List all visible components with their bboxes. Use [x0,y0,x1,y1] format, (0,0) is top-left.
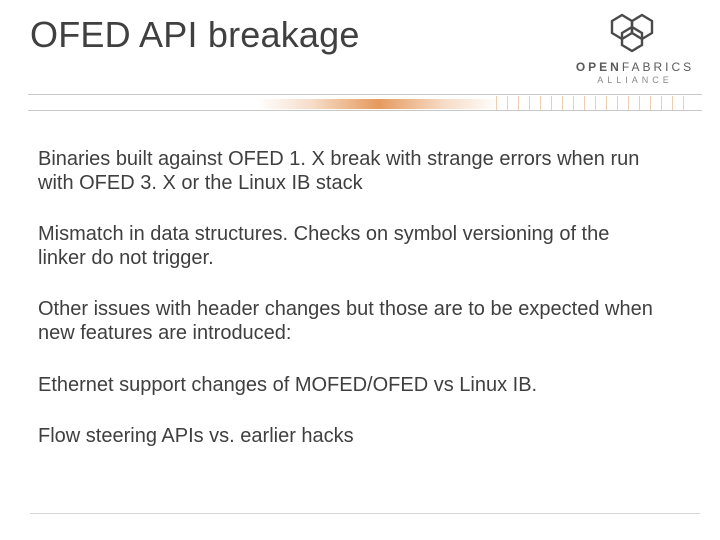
body-paragraph: Ethernet support changes of MOFED/OFED v… [38,374,660,398]
logo-brand-rest: FABRICS [622,60,694,74]
logo-brand: OPENFABRICS [572,61,698,73]
body-paragraph: Mismatch in data structures. Checks on s… [38,223,660,270]
body-paragraph: Binaries built against OFED 1. X break w… [38,148,660,195]
header-divider [0,90,720,114]
slide-title: OFED API breakage [30,14,360,56]
footer-divider [30,513,700,514]
slide-body: Binaries built against OFED 1. X break w… [38,148,660,477]
logo-brand-bold: OPEN [576,60,622,74]
body-paragraph: Flow steering APIs vs. earlier hacks [38,425,660,449]
slide: OFED API breakage OPENFABRICS ALLIANCE B… [0,0,720,540]
body-paragraph: Other issues with header changes but tho… [38,298,660,345]
openfabrics-logo: OPENFABRICS ALLIANCE [572,12,698,85]
hexagon-icon [600,12,670,54]
logo-subtext: ALLIANCE [572,75,698,85]
